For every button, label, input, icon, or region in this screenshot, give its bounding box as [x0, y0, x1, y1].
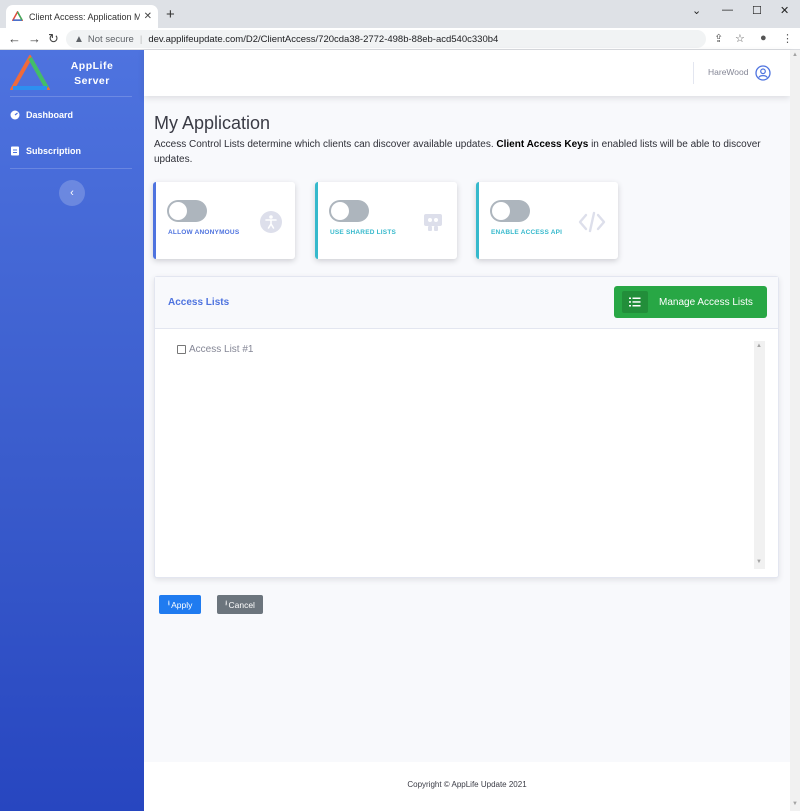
manage-access-lists-label: Manage Access Lists: [659, 296, 753, 308]
brand-line-2: Server: [74, 75, 110, 87]
accessibility-icon: [260, 211, 282, 233]
card-accent: [476, 182, 479, 259]
toggle-knob: [492, 202, 510, 220]
subscription-icon: [11, 146, 19, 156]
bookmark-star-icon[interactable]: ☆: [735, 32, 745, 45]
address-bar-row: ← → ↻ ▲ Not secure | dev.applifeupdate.c…: [0, 28, 800, 50]
toggle-knob: [331, 202, 349, 220]
description-text: Access Control Lists determine which cli…: [154, 139, 497, 150]
brand-line-1: AppLife: [70, 60, 114, 72]
card-label: ENABLE ACCESS API: [491, 229, 563, 236]
omnibox-divider: |: [139, 33, 143, 45]
enable-access-api-toggle[interactable]: [490, 200, 530, 222]
page-scrollbar[interactable]: ▲ ▼: [790, 50, 800, 811]
browser-tab-strip: Client Access: Application My Ap ✕ + ⌄ —…: [0, 0, 800, 28]
menu-dots-icon[interactable]: ⋮: [782, 32, 793, 45]
site-favicon-icon: [12, 11, 23, 21]
list-item[interactable]: Access List #1: [177, 344, 253, 355]
card-accent: [153, 182, 156, 259]
brand[interactable]: AppLife Server: [0, 50, 144, 96]
access-lists-header: Access Lists Manage Access Lists: [155, 277, 778, 329]
card-label: USE SHARED LISTS: [330, 229, 397, 236]
card-use-shared-lists: USE SHARED LISTS: [315, 182, 457, 259]
scroll-down-icon[interactable]: ▼: [756, 559, 762, 565]
profile-icon[interactable]: ●: [760, 32, 767, 44]
list-icon: [622, 291, 648, 313]
topbar-divider: [693, 62, 694, 84]
brand-name: AppLife Server: [62, 59, 122, 89]
scroll-up-icon[interactable]: ▲: [792, 52, 798, 58]
browser-tab[interactable]: Client Access: Application My Ap ✕: [6, 5, 158, 28]
access-list-scrollbar[interactable]: ▲ ▼: [754, 341, 765, 569]
cancel-label: Cancel: [228, 599, 255, 610]
forward-icon[interactable]: →: [28, 31, 41, 46]
access-list-label: Access List #1: [189, 344, 254, 355]
security-label: Not secure: [87, 33, 134, 45]
scroll-up-icon[interactable]: ▲: [756, 343, 762, 349]
apply-label: Apply: [171, 599, 193, 610]
card-accent: [315, 182, 318, 259]
code-icon: [578, 211, 606, 233]
description-bold-text: Client Access Keys: [496, 139, 589, 150]
close-window-icon[interactable]: ✕: [780, 4, 789, 17]
reload-icon[interactable]: ↻: [48, 31, 59, 47]
back-icon[interactable]: ←: [8, 31, 21, 46]
access-lists-panel: Access Lists Manage Access Lists Access …: [154, 276, 779, 578]
share-icon[interactable]: ⇪: [714, 32, 723, 45]
card-label: ALLOW ANONYMOUS: [168, 229, 240, 236]
sidebar-divider: [10, 96, 132, 97]
card-enable-access-api: ENABLE ACCESS API: [476, 182, 618, 259]
url-text: dev.applifeupdate.com/D2/ClientAccess/72…: [148, 33, 499, 45]
sidebar-item-label: Dashboard: [26, 110, 74, 120]
apply-button[interactable]: ⭳ Apply: [159, 595, 201, 614]
sidebar-item-label: Subscription: [26, 146, 82, 156]
copyright-text: Copyright © AppLife Update 2021: [407, 780, 527, 789]
page-title: My Application: [154, 113, 271, 133]
warning-icon: ▲: [74, 33, 84, 45]
access-list-checkbox[interactable]: [177, 345, 186, 354]
sidebar-divider: [10, 168, 132, 169]
user-avatar-icon[interactable]: [755, 65, 771, 81]
tab-title: Client Access: Application My Ap: [29, 11, 140, 22]
toggle-knob: [169, 202, 187, 220]
close-tab-icon[interactable]: ✕: [144, 11, 152, 22]
new-tab-button[interactable]: +: [166, 6, 175, 23]
url-field[interactable]: ▲ Not secure | dev.applifeupdate.com/D2/…: [66, 30, 706, 48]
access-lists-title: Access Lists: [168, 297, 230, 308]
maximize-icon[interactable]: ☐: [752, 4, 762, 17]
manage-access-lists-button[interactable]: Manage Access Lists: [614, 286, 767, 318]
dashboard-icon: [10, 110, 20, 120]
sidebar: AppLife Server Dashboard Subscription ‹: [0, 50, 144, 811]
access-list-listbox: Access List #1: [174, 341, 766, 569]
page-description: Access Control Lists determine which cli…: [154, 137, 774, 167]
user-name[interactable]: HareWood: [708, 67, 748, 77]
allow-anonymous-toggle[interactable]: [167, 200, 207, 222]
card-allow-anonymous: ALLOW ANONYMOUS: [153, 182, 295, 259]
use-shared-lists-toggle[interactable]: [329, 200, 369, 222]
cancel-button[interactable]: ⭳ Cancel: [217, 595, 263, 614]
download-icon: ⭳: [167, 600, 171, 607]
shared-lists-icon: [424, 214, 442, 231]
applife-logo-icon: [10, 55, 50, 90]
minimize-icon[interactable]: —: [722, 4, 733, 16]
topbar: HareWood: [144, 50, 790, 96]
scroll-down-icon[interactable]: ▼: [792, 801, 798, 807]
sidebar-toggle-button[interactable]: ‹: [59, 180, 85, 206]
sidebar-item-subscription[interactable]: Subscription: [10, 141, 134, 161]
chevron-down-icon[interactable]: ⌄: [692, 4, 701, 17]
sidebar-item-dashboard[interactable]: Dashboard: [10, 105, 134, 125]
download-icon: ⭳: [225, 600, 228, 607]
footer: Copyright © AppLife Update 2021: [144, 762, 790, 811]
